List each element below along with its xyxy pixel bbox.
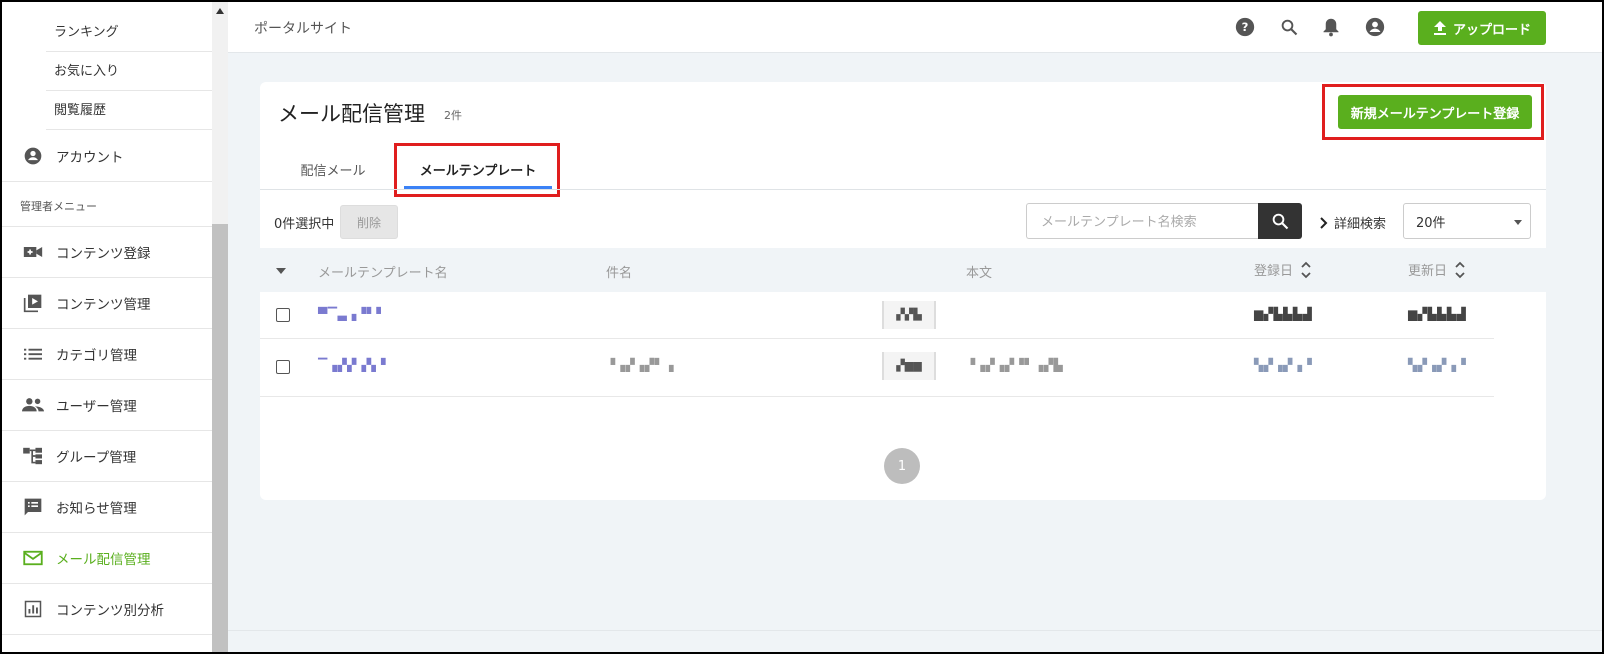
tab-delivery-mail[interactable]: 配信メール [288,150,378,188]
table-row[interactable]: ▀▔▃▗▝▘▘ ▞▞▙ ▆▞▙▙▙▟ ▆▞▙▙▙▟ [260,292,1494,339]
people-icon [22,394,44,416]
upload-icon [1433,21,1446,35]
sidebar-item-label: ユーザー管理 [56,399,137,415]
selected-count: 0件選択中 [274,217,335,232]
delete-button[interactable]: 削除 [340,205,398,239]
created-date-cell: ▚▞▗▞▗▝ [1254,358,1313,372]
sidebar-item-users[interactable]: ユーザー管理 [2,380,212,431]
sidebar-scrollbar[interactable] [212,2,228,652]
svg-text:?: ? [1242,20,1249,34]
sidebar-item-label: カテゴリ管理 [56,348,137,364]
column-header-sortable[interactable]: 登録日 [1254,260,1311,279]
column-header-label: 本文 [966,266,993,281]
search-icon[interactable] [1278,16,1300,38]
account-icon[interactable] [1364,16,1386,38]
screen-frame: ランキング お気に入り 閲覧履歴 アカウント 管理者メニュー コンテンツ登録 コ… [0,0,1604,654]
sidebar-item-favorites[interactable]: お気に入り [46,53,212,91]
divider [228,630,1602,631]
row-checkbox[interactable] [276,360,290,374]
admin-section-label: 管理者メニュー [20,200,97,213]
updated-date-cell: ▚▞▗▞▗▝ [1408,358,1467,372]
sidebar-item-account[interactable]: アカウント [2,131,212,182]
video-add-icon [22,241,44,263]
sidebar-item-label: お知らせ管理 [56,501,137,517]
subject-cell: ▝▗▞▗▞▘▗ [606,358,675,372]
upload-label: アップロード [1452,22,1531,38]
row-checkbox[interactable] [276,308,290,322]
list-icon [22,343,44,365]
mail-icon [22,547,44,569]
sidebar-item-label: お気に入り [54,64,120,79]
sidebar: ランキング お気に入り 閲覧履歴 アカウント 管理者メニュー コンテンツ登録 コ… [2,2,212,652]
sidebar-item-analytics[interactable]: コンテンツ別分析 [2,584,212,635]
sidebar-item-label: メール配信管理 [56,552,151,568]
pagination-page[interactable]: 1 [884,448,920,484]
analytics-icon [22,598,44,620]
search-icon [1272,213,1289,230]
sidebar-item-category[interactable]: カテゴリ管理 [2,329,212,380]
column-header: 件名 [606,262,632,281]
advanced-search-link[interactable]: 詳細検索 [1320,213,1386,232]
column-header: 本文 [966,262,992,281]
main-card: メール配信管理 2件 新規メールテンプレート登録 配信メール メールテンプレート… [260,82,1546,500]
per-page-select[interactable]: 20件 [1403,203,1531,239]
sidebar-item-label: コンテンツ別分析 [56,603,164,619]
item-count: 2件 [444,109,462,122]
table-row[interactable]: ▔▗▞▞▗▚▝ ▝▗▞▗▞▘▗ ▞▆▆ ▝▗▞▗▞▝▘▗▞▙ ▚▞▗▞▗▝ ▚▞… [260,338,1494,397]
caret-down-icon [276,268,286,274]
updated-date-cell: ▆▞▙▙▙▟ [1408,307,1467,321]
table-header: メールテンプレート名 件名 本文 登録日 更新日 [260,248,1546,292]
column-header-sortable[interactable]: 更新日 [1408,260,1465,279]
sort-icon [1301,261,1311,278]
per-page-value: 20件 [1416,215,1446,231]
sidebar-item-label: グループ管理 [56,450,137,466]
column-header-label: 更新日 [1408,264,1448,279]
template-name-cell[interactable]: ▀▔▃▗▝▘▘ [318,307,386,321]
sort-icon [1455,261,1465,278]
upload-button[interactable]: アップロード [1418,11,1546,45]
bell-icon[interactable] [1320,16,1342,38]
body-cell: ▝▗▞▗▞▝▘▗▞▙ [966,358,1064,372]
scroll-up-arrow-icon[interactable] [216,8,224,14]
sidebar-item-label: 閲覧履歴 [54,103,107,118]
highlight-box [1322,84,1544,140]
select-all-toggle[interactable] [276,268,286,274]
sidebar-item-content-manage[interactable]: コンテンツ管理 [2,278,212,329]
column-header: メールテンプレート名 [318,262,448,281]
thumbnail: ▞▞▙ [882,301,936,329]
chevron-down-icon [1514,220,1522,225]
play-library-icon [22,292,44,314]
chevron-right-icon [1320,216,1328,229]
sidebar-item-label: コンテンツ登録 [56,246,151,262]
account-icon [22,145,44,167]
sidebar-item-ranking[interactable]: ランキング [46,14,212,52]
sidebar-item-groups[interactable]: グループ管理 [2,431,212,482]
sidebar-item-mail[interactable]: メール配信管理 [2,533,212,584]
help-icon[interactable]: ? [1234,16,1256,38]
sidebar-item-label: ランキング [54,25,119,40]
advanced-search-label: 詳細検索 [1334,217,1387,232]
sidebar-item-label: アカウント [56,150,124,166]
column-header-label: 登録日 [1254,264,1294,279]
divider [260,189,1546,190]
sidebar-item-label: コンテンツ管理 [56,297,151,313]
site-title[interactable]: ポータルサイト [254,18,352,38]
column-header-label: メールテンプレート名 [318,266,448,281]
template-name-cell[interactable]: ▔▗▞▞▗▚▝ [318,358,386,372]
top-header: ポータルサイト ? アップロード [228,2,1602,53]
thumbnail: ▞▆▆ [882,352,936,380]
search-button[interactable] [1258,203,1302,239]
sidebar-item-content-register[interactable]: コンテンツ登録 [2,227,212,278]
created-date-cell: ▆▞▙▙▙▟ [1254,307,1313,321]
sidebar-item-history[interactable]: 閲覧履歴 [46,92,212,130]
column-header-label: 件名 [606,266,633,281]
announcement-icon [22,496,44,518]
page-title: メール配信管理 [278,102,425,126]
sidebar-item-announcements[interactable]: お知らせ管理 [2,482,212,533]
scroll-thumb[interactable] [212,224,228,652]
tree-icon [22,445,44,467]
template-search-input[interactable] [1026,203,1258,239]
